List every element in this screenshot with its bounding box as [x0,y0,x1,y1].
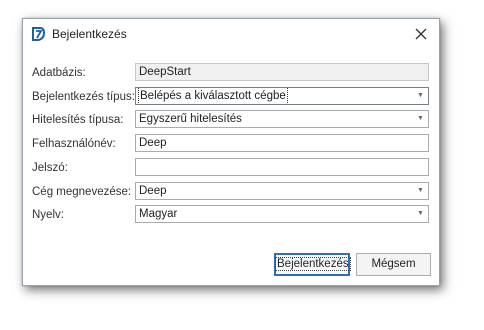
company-value: Deep [139,185,167,197]
database-label: Adatbázis: [32,67,86,79]
auth-type-select[interactable]: Egyszerű hitelesítés ▼ [135,110,429,128]
language-value: Magyar [139,208,178,220]
auth-type-label: Hitelesítés típusa: [32,114,124,126]
username-label: Felhasználónév: [32,138,116,150]
password-label: Jelszó: [32,162,68,174]
close-icon[interactable] [413,26,429,42]
username-input[interactable]: Deep [135,134,429,152]
language-select[interactable]: Magyar ▼ [135,205,429,223]
login-type-value: Belépés a kiválasztott cégbe [138,88,288,104]
database-value: DeepStart [139,66,191,78]
auth-type-value: Egyszerű hitelesítés [139,113,242,125]
window-title: Bejelentkezés [52,27,127,41]
login-type-select[interactable]: Belépés a kiválasztott cégbe ▼ [135,87,429,105]
title-bar: Bejelentkezés [23,19,439,49]
login-button[interactable]: Bejelentkezés [274,253,351,276]
chevron-down-icon[interactable]: ▼ [413,88,427,104]
deepstart-logo-icon [31,27,46,41]
username-value: Deep [139,137,167,149]
chevron-down-icon[interactable]: ▼ [413,206,427,222]
password-input[interactable] [135,158,429,176]
login-button-label: Bejelentkezés [275,257,351,271]
chevron-down-icon[interactable]: ▼ [413,111,427,127]
chevron-down-icon[interactable]: ▼ [413,183,427,199]
cancel-button[interactable]: Mégsem [356,253,431,276]
language-label: Nyelv: [32,209,64,221]
company-select[interactable]: Deep ▼ [135,182,429,200]
database-field: DeepStart [135,63,429,81]
login-dialog: Bejelentkezés Adatbázis: DeepStart Bejel… [22,18,440,286]
company-label: Cég megnevezése: [32,186,132,198]
login-type-label: Bejelentkezés típus: [32,91,135,103]
cancel-button-label: Mégsem [371,258,416,270]
